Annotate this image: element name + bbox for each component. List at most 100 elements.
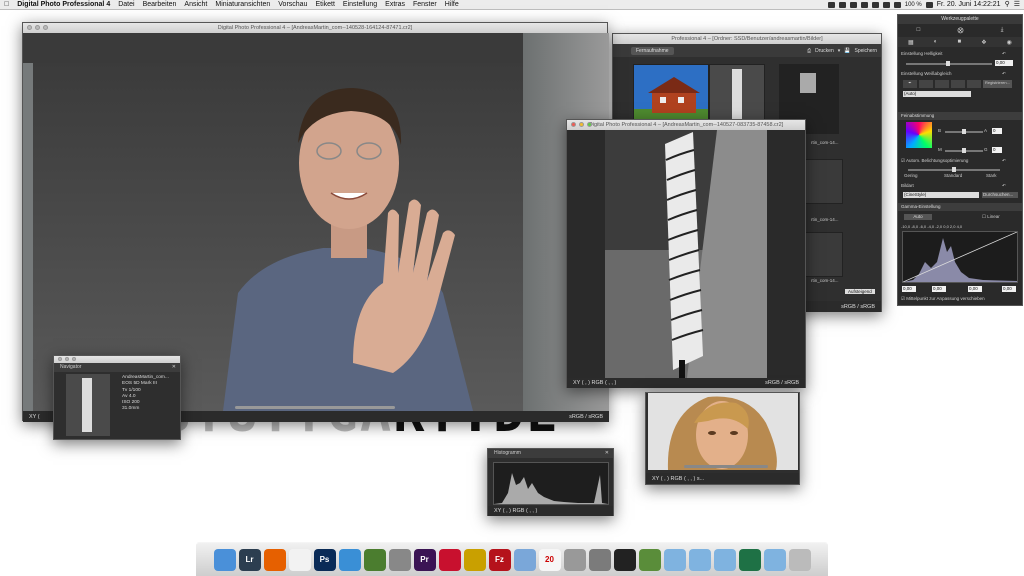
close-icon[interactable]: ✕	[172, 363, 176, 372]
dropdown-arrow-icon[interactable]: ▾	[838, 48, 841, 54]
volume-icon[interactable]	[893, 1, 901, 8]
auto-button[interactable]: Auto	[904, 214, 932, 220]
menu-datei[interactable]: Datei	[114, 0, 138, 10]
status-icon[interactable]	[860, 1, 868, 8]
camera-icon[interactable]	[613, 548, 636, 571]
wb-button-4[interactable]	[967, 80, 981, 88]
menu-bearbeiten[interactable]: Bearbeiten	[139, 0, 181, 10]
m-g-slider[interactable]	[945, 148, 983, 153]
gamma-header[interactable]: Gamma-Einstellung	[898, 203, 1022, 211]
sort-order-dropdown[interactable]: Aufsteigend	[845, 289, 875, 294]
portrait-image-area[interactable]	[648, 393, 798, 470]
reset-icon[interactable]: ↶	[1002, 158, 1006, 164]
gamma-value-4[interactable]: 0,00	[1002, 286, 1016, 292]
finder-icon[interactable]	[213, 548, 236, 571]
helligkeit-value[interactable]: 0,00	[995, 60, 1013, 66]
premiere-icon[interactable]: Pr	[413, 548, 436, 571]
status-icon[interactable]	[838, 1, 846, 8]
preview-titlebar[interactable]: Digital Photo Professional 4 – [AndreasM…	[567, 120, 805, 130]
auto-belichtung-checkbox[interactable]: ☑ Autom. Belichtungsoptimierung	[901, 158, 968, 164]
color-wheel[interactable]	[906, 122, 932, 148]
wb-button-2[interactable]	[935, 80, 949, 88]
trash-icon[interactable]	[788, 548, 811, 571]
gamma-value-3[interactable]: 0,00	[968, 286, 982, 292]
wb-button-1[interactable]	[919, 80, 933, 88]
folder-icon-2[interactable]	[713, 548, 736, 571]
menu-app-name[interactable]: Digital Photo Professional 4	[13, 0, 114, 10]
eyedropper-icon[interactable]: ✒	[903, 80, 917, 88]
menu-etikett[interactable]: Etikett	[311, 0, 338, 10]
search-icon[interactable]: ⚲	[1005, 0, 1010, 10]
gamma-value-2[interactable]: 0,00	[932, 286, 946, 292]
helligkeit-slider[interactable]	[906, 61, 992, 66]
adjust-icon[interactable]: □	[917, 27, 921, 33]
belichtung-slider[interactable]	[908, 167, 1000, 172]
reset-icon[interactable]: ↶	[1002, 183, 1006, 189]
minimize-button[interactable]	[65, 357, 69, 361]
feinabstimmung-header[interactable]: Feinabstimmung	[898, 112, 1022, 120]
downloads-folder-icon[interactable]	[688, 548, 711, 571]
close-icon[interactable]: ✕	[605, 449, 609, 458]
fernaufnahme-button[interactable]: Fernaufnahme	[631, 46, 674, 55]
export-icon[interactable]: ⤓	[1001, 27, 1004, 34]
clock[interactable]: Fr. 20. Juni 14:22:21	[937, 0, 1001, 10]
battery-text[interactable]: 100 %	[905, 0, 922, 10]
bildart-dropdown[interactable]: (CineStyle)	[903, 192, 979, 198]
folder-icon[interactable]	[663, 548, 686, 571]
menu-einstellung[interactable]: Einstellung	[339, 0, 381, 10]
filezilla-icon[interactable]: Fz	[488, 548, 511, 571]
mittelpunkt-checkbox[interactable]: ☑ Mittelpunkt zur Anpassung verschieben	[901, 296, 985, 302]
minimize-button[interactable]	[579, 122, 584, 127]
menu-extras[interactable]: Extras	[381, 0, 409, 10]
notification-icon[interactable]: ☰	[1014, 0, 1020, 10]
tone-curve-icon[interactable]: ◐	[934, 39, 938, 45]
firefox-icon[interactable]	[263, 548, 286, 571]
menu-hilfe[interactable]: Hilfe	[441, 0, 463, 10]
g-value[interactable]: 0	[992, 147, 1002, 153]
gamma-histogram[interactable]	[902, 231, 1018, 283]
reset-icon[interactable]: ↶	[1002, 51, 1006, 57]
browser-titlebar[interactable]: Professional 4 – [Ordner: SSD/Benutzer/a…	[613, 34, 881, 44]
status-icon[interactable]	[827, 1, 835, 8]
zoom-button[interactable]	[43, 25, 48, 30]
preview-icon[interactable]	[513, 548, 536, 571]
gamma-value-1[interactable]: 0,00	[902, 286, 916, 292]
close-button[interactable]	[58, 357, 62, 361]
close-button[interactable]	[571, 122, 576, 127]
menu-miniaturansichten[interactable]: Miniaturansichten	[211, 0, 274, 10]
basic-adjust-icon[interactable]: ▦	[908, 39, 914, 46]
close-button[interactable]	[27, 25, 32, 30]
durchsuchen-button[interactable]: Durchsuchen...	[982, 192, 1018, 198]
wb-dropdown[interactable]: (Auto)	[903, 91, 971, 97]
wb-button-3[interactable]	[951, 80, 965, 88]
keyboard-icon[interactable]	[388, 548, 411, 571]
zoom-button[interactable]	[587, 122, 592, 127]
photoshop-icon[interactable]: Ps	[313, 548, 336, 571]
minimize-button[interactable]	[35, 25, 40, 30]
lens-icon[interactable]: ◉	[1007, 39, 1012, 46]
detail-icon[interactable]: ❖	[981, 39, 986, 46]
main-titlebar[interactable]: Digital Photo Professional 4 – [AndreasM…	[23, 23, 607, 33]
b-a-slider[interactable]	[945, 129, 983, 134]
safari-icon[interactable]	[338, 548, 361, 571]
menu-vorschau[interactable]: Vorschau	[274, 0, 311, 10]
color-icon[interactable]: ■	[957, 39, 961, 45]
registrieren-button[interactable]: Registrieren...	[983, 80, 1012, 88]
calculator-icon[interactable]	[563, 548, 586, 571]
zoom-button[interactable]	[72, 357, 76, 361]
document-icon[interactable]	[288, 548, 311, 571]
folder-icon-3[interactable]	[763, 548, 786, 571]
linear-checkbox[interactable]: ☐ Linear	[982, 214, 1000, 220]
sync-icon[interactable]	[363, 548, 386, 571]
drucken-button[interactable]: Drucken	[815, 48, 834, 54]
ftp-icon[interactable]	[463, 548, 486, 571]
navigator-titlebar[interactable]	[54, 356, 180, 363]
apple-icon[interactable]: 	[0, 0, 13, 10]
preview-image-area[interactable]	[567, 130, 805, 378]
lightroom-icon[interactable]: Lr	[238, 548, 261, 571]
reset-icon[interactable]: ↶	[1002, 71, 1006, 77]
speichern-button[interactable]: Speichern	[854, 48, 877, 54]
horizontal-scrollbar[interactable]	[235, 406, 395, 409]
calendar-icon[interactable]: 20	[538, 548, 561, 571]
excel-icon[interactable]	[738, 548, 761, 571]
